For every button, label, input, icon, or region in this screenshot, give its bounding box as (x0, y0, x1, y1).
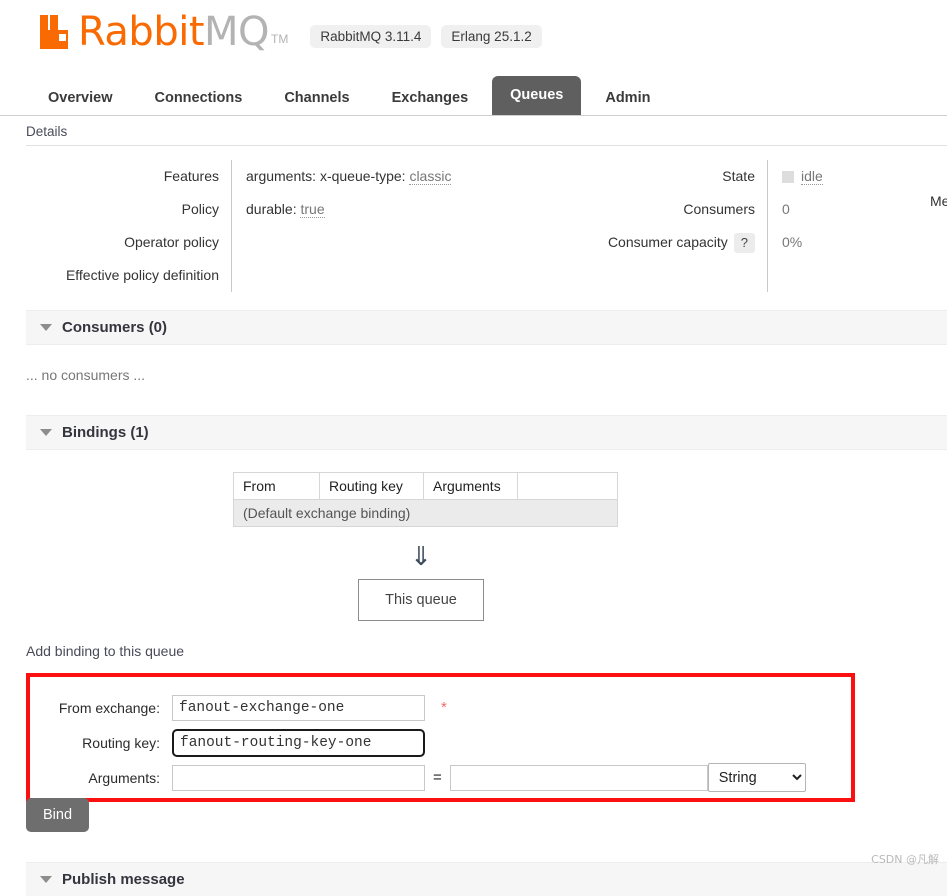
details-left-labels: Features Policy Operator policy Effectiv… (0, 160, 232, 292)
publish-message-section-header[interactable]: Publish message (26, 862, 947, 896)
state-value: idle (801, 168, 823, 185)
state-value-row: idle (782, 160, 823, 193)
down-arrow-icon: ⇓ (410, 541, 432, 571)
rabbitmq-version-badge: RabbitMQ 3.11.4 (310, 24, 432, 48)
features-arguments-row: arguments: x-queue-type: classic (246, 160, 452, 193)
details-heading: Details (26, 124, 68, 139)
details-panel: Features Policy Operator policy Effectiv… (0, 146, 947, 292)
consumers-empty-message: ... no consumers ... (26, 367, 146, 383)
page-header: Rabbit MQ TM RabbitMQ 3.11.4 Erlang 25.1.… (0, 0, 947, 72)
tab-connections[interactable]: Connections (137, 81, 261, 116)
chevron-down-icon (40, 876, 52, 883)
column-header-routing-key: Routing key (319, 472, 424, 500)
column-header-actions (517, 472, 618, 500)
details-left-values: arguments: x-queue-type: classic durable… (232, 160, 452, 292)
routing-key-label: Routing key: (82, 734, 160, 751)
rabbitmq-logo-icon (40, 15, 74, 49)
tab-overview[interactable]: Overview (30, 81, 131, 116)
consumers-value: 0 (782, 201, 790, 217)
version-badges: RabbitMQ 3.11.4 Erlang 25.1.2 (310, 17, 542, 48)
table-header-row: From Routing key Arguments (233, 472, 618, 500)
logo-text-rabbit: Rabbit (78, 9, 205, 55)
details-left-column: Features Policy Operator policy Effectiv… (0, 160, 560, 292)
trademark-mark: TM (271, 32, 289, 46)
durable-label: durable: (246, 201, 297, 217)
operator-policy-value (246, 259, 451, 292)
details-right-labels: State Consumers Consumer capacity? (568, 160, 768, 292)
bindings-section-header[interactable]: Bindings (1) (26, 415, 947, 450)
durable-value: true (300, 201, 325, 218)
label-policy: Policy (181, 201, 219, 217)
details-right-column: State Consumers Consumer capacity? idle … (568, 160, 823, 292)
label-operator-policy: Operator policy (124, 234, 219, 250)
state-swatch-icon (782, 171, 794, 184)
arguments-row: Arguments: = String Number Boolean List (34, 760, 854, 795)
bindings-table-wrap: From Routing key Arguments (Default exch… (0, 450, 947, 527)
binding-arrow-row: ⇓ (0, 527, 947, 569)
watermark-text: CSDN @凡解 (871, 853, 939, 866)
argument-key-input[interactable] (172, 764, 425, 791)
tab-exchanges[interactable]: Exchanges (374, 81, 487, 116)
help-icon[interactable]: ? (733, 233, 755, 253)
arguments-label: arguments: (246, 168, 317, 184)
column-header-from: From (233, 472, 320, 500)
label-consumer-capacity: Consumer capacity? (568, 226, 755, 259)
consumer-capacity-value: 0% (782, 234, 803, 250)
label-consumers: Consumers (683, 201, 755, 217)
consumers-section-header[interactable]: Consumers (0) (26, 310, 947, 345)
main-navigation: Overview Connections Channels Exchanges … (0, 72, 947, 116)
label-features: Features (163, 168, 219, 184)
logo-text-mq: MQ (204, 9, 270, 55)
required-asterisk: * (441, 699, 447, 716)
from-exchange-label: From exchange: (58, 699, 160, 716)
from-exchange-row: From exchange: * (34, 690, 854, 725)
details-right-values: idle 0 0% (768, 160, 823, 292)
arguments-label: Arguments: (88, 769, 160, 786)
add-binding-title: Add binding to this queue (26, 643, 185, 659)
argument-type-select[interactable]: String Number Boolean List (707, 763, 806, 792)
messages-column-label-cutoff: Me (930, 193, 947, 209)
tab-channels[interactable]: Channels (266, 81, 367, 116)
features-durable-row: durable: true (246, 193, 451, 226)
column-header-arguments: Arguments (423, 472, 518, 500)
label-state: State (722, 168, 755, 184)
bind-button[interactable]: Bind (26, 798, 90, 832)
this-queue-row: This queue (0, 569, 947, 621)
default-exchange-binding-cell: (Default exchange binding) (233, 499, 618, 527)
logo-row: Rabbit MQ TM RabbitMQ 3.11.4 Erlang 25.1.… (40, 12, 947, 52)
equals-sign: = (433, 769, 442, 786)
consumers-section-title: Consumers (0) (62, 319, 168, 336)
routing-key-row: Routing key: (34, 725, 854, 760)
from-exchange-input[interactable] (172, 694, 425, 721)
chevron-down-icon (40, 429, 52, 436)
routing-key-input[interactable] (172, 728, 425, 757)
bindings-table: From Routing key Arguments (Default exch… (233, 472, 618, 527)
policy-value (246, 226, 451, 259)
bindings-section-title: Bindings (1) (62, 424, 149, 441)
chevron-down-icon (40, 324, 52, 331)
consumer-capacity-text: Consumer capacity (607, 234, 728, 250)
add-binding-form: From exchange: * Routing key: Arguments:… (34, 690, 854, 795)
label-effective-policy-definition: Effective policy definition (65, 267, 219, 283)
tab-admin[interactable]: Admin (587, 81, 668, 116)
this-queue-box: This queue (358, 579, 484, 621)
tab-queues[interactable]: Queues (492, 75, 582, 115)
arguments-key: x-queue-type: (319, 168, 406, 184)
argument-value-input[interactable] (449, 764, 708, 791)
arguments-value: classic (409, 168, 452, 185)
erlang-version-badge: Erlang 25.1.2 (441, 24, 542, 48)
table-row: (Default exchange binding) (233, 499, 618, 527)
